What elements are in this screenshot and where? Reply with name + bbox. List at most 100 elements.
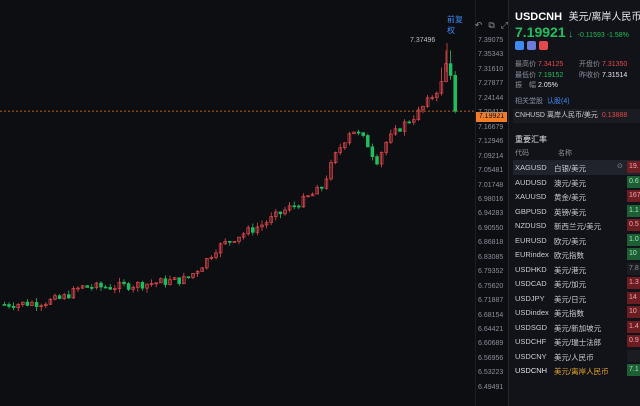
rate-value: 7.8 bbox=[627, 262, 640, 275]
rate-code: USDHKD bbox=[515, 264, 547, 274]
candle-body bbox=[103, 286, 108, 289]
last-price: 7.19921 bbox=[515, 24, 566, 40]
candle-body bbox=[7, 304, 11, 307]
price-axis-tick: 6.68154 bbox=[478, 311, 504, 319]
price-axis-tick: 6.64421 bbox=[478, 326, 504, 333]
related-link[interactable]: 认股(4) bbox=[547, 98, 570, 105]
candle-body bbox=[370, 146, 375, 157]
rate-value: 1.1 bbox=[627, 204, 640, 217]
inverse-symbol: CNHUSD bbox=[515, 112, 545, 119]
related-label: 相关堂股 bbox=[515, 98, 543, 105]
candle-body bbox=[67, 294, 71, 299]
candle-body bbox=[407, 121, 411, 124]
rate-name: 欧元/美元 bbox=[554, 236, 587, 246]
rate-name: 美元/人民币 bbox=[554, 352, 594, 362]
candle-body bbox=[453, 75, 457, 112]
chart-badge-icon[interactable] bbox=[527, 41, 536, 50]
table-row[interactable]: USDCAD 美元/加元 1.3 bbox=[513, 276, 640, 291]
candle-body bbox=[297, 205, 301, 208]
table-row[interactable]: USDCNH 美元/离岸人民币 7.1 bbox=[513, 363, 640, 378]
peak-price-label: 7.37496 bbox=[410, 37, 436, 44]
rate-code: AUDUSD bbox=[515, 177, 547, 187]
rate-code: USDCNY bbox=[515, 351, 547, 361]
fullscreen-icon[interactable]: ⤢ bbox=[501, 20, 508, 31]
candle-body bbox=[90, 287, 94, 289]
table-row[interactable]: XAUUSD 黄金/美元 1671 bbox=[513, 189, 640, 204]
rate-code: XAUUSD bbox=[515, 192, 547, 201]
price-axis-tick: 7.31610 bbox=[478, 65, 504, 73]
table-row[interactable]: NZDUSD 新西兰元/美元 0.5 bbox=[513, 218, 640, 233]
undo-icon[interactable]: ↶ bbox=[475, 20, 483, 31]
table-row[interactable]: USDHKD 美元/港元 7.8 bbox=[513, 262, 640, 277]
expand-icon[interactable]: ⧉ bbox=[488, 20, 494, 31]
rate-value: 7.1 bbox=[627, 364, 640, 376]
inverse-pair-row[interactable]: CNHUSD 离岸人民币/美元 0.13888 bbox=[513, 109, 640, 123]
quote-side-panel: USDCNH 美元/离岸人民币 7.19921 ↓ -0.11593 -1.58… bbox=[508, 0, 640, 406]
price-row: 7.19921 ↓ -0.11593 -1.58% bbox=[515, 24, 629, 40]
table-row[interactable]: USDSGD 美元/新加坡元 1.4 bbox=[513, 320, 640, 335]
chart-toolbar: 前复权 ↶ ⧉ ⤢ bbox=[447, 15, 508, 35]
table-row[interactable]: EURindex 欧元指数 10 bbox=[513, 247, 640, 262]
candle-body bbox=[2, 304, 7, 306]
table-row[interactable]: XAGUSD 白银/美元 19. ⊙ bbox=[513, 160, 640, 175]
kline-chart-area[interactable]: 7.37496 7.19921 前复权 ↶ ⧉ ⤢ 7.39075 7.35343… bbox=[0, 0, 508, 406]
info-badge-icon[interactable] bbox=[515, 41, 524, 50]
rate-name: 白银/美元 bbox=[554, 164, 587, 173]
stat-value: 7.34125 bbox=[538, 61, 564, 68]
quote-stat: 昨收价 7.31514 bbox=[579, 70, 627, 80]
rate-name: 英镑/美元 bbox=[554, 207, 587, 217]
price-axis-tick: 7.16679 bbox=[478, 123, 504, 131]
rate-value: 14 bbox=[627, 291, 640, 304]
table-row[interactable]: USDCHF 美元/瑞士法郎 0.9 bbox=[513, 334, 640, 349]
rate-name: 美元/加元 bbox=[554, 280, 587, 289]
candle-body bbox=[85, 285, 89, 288]
candle-body bbox=[356, 131, 361, 134]
table-row[interactable]: USDJPY 美元/日元 14 bbox=[513, 291, 640, 306]
candle-body bbox=[320, 186, 324, 189]
rate-code: XAGUSD bbox=[515, 163, 547, 172]
price-axis-tick: 6.98016 bbox=[478, 195, 504, 203]
candle-body bbox=[163, 278, 168, 285]
table-row[interactable]: GBPUSD 英镑/美元 1.1 bbox=[513, 204, 640, 219]
candle-body bbox=[292, 205, 296, 208]
kline-chart[interactable] bbox=[0, 0, 475, 406]
rate-code: USDCNH bbox=[515, 366, 548, 375]
symbol-name: 美元/离岸人民币 bbox=[568, 12, 640, 23]
candle-body bbox=[25, 301, 30, 306]
rate-name: 美元/港元 bbox=[554, 265, 587, 275]
table-row[interactable]: USDindex 美元指数 10 bbox=[513, 305, 640, 320]
price-change: -0.11593 -1.58% bbox=[577, 32, 629, 39]
related-stocks-row: 相关堂股 认股(4) bbox=[515, 96, 570, 106]
adjust-mode-link[interactable]: 前复权 bbox=[447, 14, 469, 36]
inverse-name: 离岸人民币/美元 bbox=[546, 112, 598, 119]
price-axis-tick: 6.75620 bbox=[478, 282, 504, 290]
rate-code: EURindex bbox=[515, 250, 549, 259]
rate-code: USDJPY bbox=[515, 293, 545, 303]
rate-value: 10 bbox=[627, 306, 640, 318]
table-row[interactable]: AUDUSD 澳元/美元 0.6 bbox=[513, 175, 640, 190]
rate-code: USDCAD bbox=[515, 279, 547, 288]
table-row[interactable]: EURUSD 欧元/美元 1.0 bbox=[513, 233, 640, 248]
price-axis-tick: 7.24144 bbox=[478, 94, 504, 102]
price-axis-tick: 7.09214 bbox=[478, 152, 504, 160]
header-code: 代码 bbox=[515, 150, 529, 157]
table-row[interactable]: USDCNY 美元/人民币 bbox=[513, 349, 640, 364]
price-axis-tick: 6.94283 bbox=[478, 210, 504, 218]
candle-body bbox=[34, 302, 39, 307]
heart-icon[interactable] bbox=[539, 41, 548, 50]
stat-value: 7.19152 bbox=[538, 72, 564, 79]
stat-label: 最低价 bbox=[515, 72, 536, 79]
row-target-icon[interactable]: ⊙ bbox=[617, 162, 623, 170]
price-axis-tick: 6.56956 bbox=[478, 354, 504, 362]
price-axis-tick: 7.27877 bbox=[478, 80, 504, 88]
stat-label: 昨收价 bbox=[579, 72, 600, 79]
candle-body bbox=[251, 227, 255, 233]
candle-body bbox=[366, 135, 370, 148]
rate-value: 1.3 bbox=[627, 277, 640, 289]
rate-name: 澳元/美元 bbox=[554, 178, 587, 188]
candle-body bbox=[122, 281, 126, 285]
quote-stat: 最低价 7.19152 bbox=[515, 70, 563, 80]
rate-name: 美元/离岸人民币 bbox=[554, 367, 609, 376]
price-axis-tick: 6.71887 bbox=[478, 297, 504, 305]
section-title: 重要汇率 bbox=[515, 135, 547, 144]
